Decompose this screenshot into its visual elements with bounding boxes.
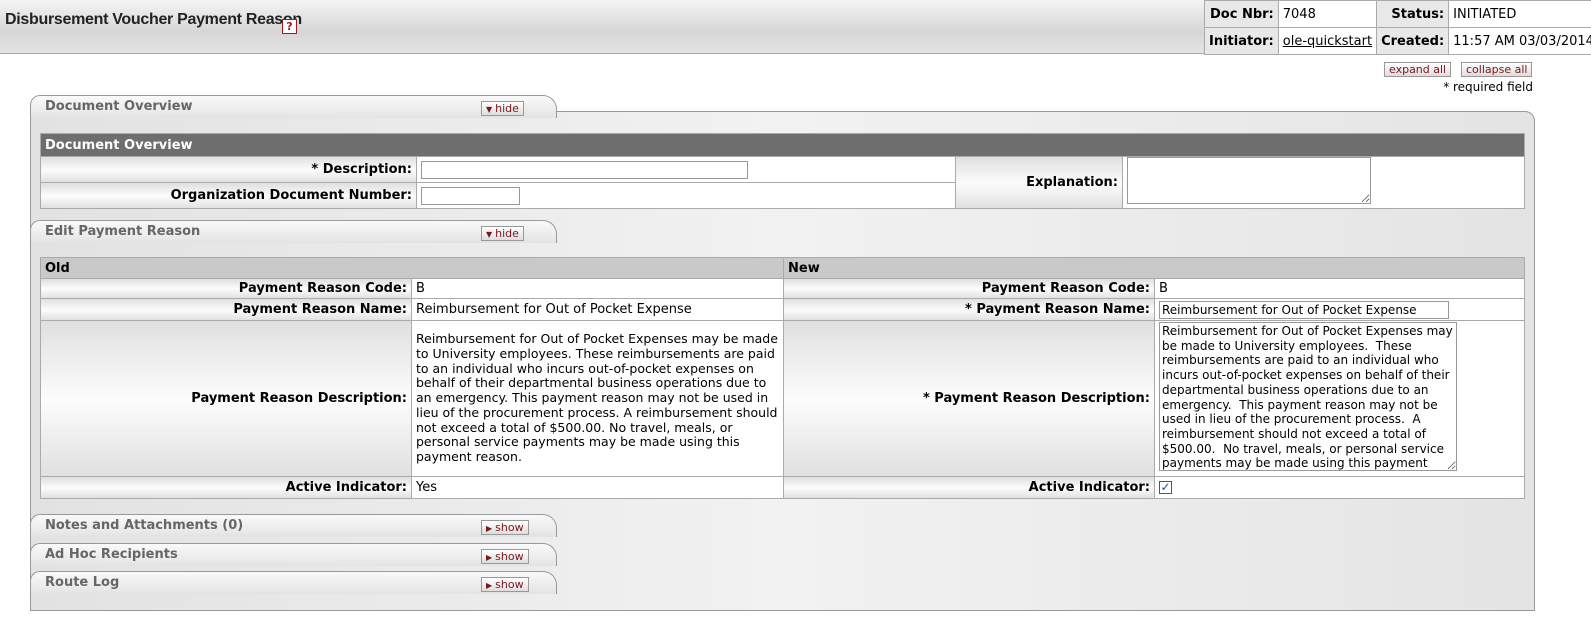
tab-notes-attachments-label: Notes and Attachments (0) — [45, 518, 244, 533]
route-log-show-button[interactable]: ▶ show — [481, 577, 529, 592]
description-label: * Description: — [40, 156, 417, 183]
tab-route-log-label: Route Log — [45, 575, 120, 590]
caret-right-icon: ▶ — [486, 553, 493, 562]
document-overview-hide-button[interactable]: ▼ hide — [481, 101, 524, 116]
notes-show-button[interactable]: ▶ show — [481, 520, 529, 535]
initiator-link[interactable]: ole-quickstart — [1283, 34, 1372, 49]
expand-all-button[interactable]: expand all — [1384, 62, 1452, 77]
old-active-value: Yes — [411, 476, 784, 499]
tab-document-overview-label: Document Overview — [45, 99, 193, 114]
old-active-label: Active Indicator: — [40, 476, 412, 499]
caret-right-icon: ▶ — [486, 524, 493, 533]
old-name-value: Reimbursement for Out of Pocket Expense — [411, 298, 784, 321]
new-active-label: Active Indicator: — [783, 476, 1155, 499]
new-description-textarea[interactable]: Reimbursement for Out of Pocket Expenses… — [1159, 322, 1457, 471]
old-code-value: B — [411, 278, 784, 299]
org-doc-number-input[interactable] — [421, 186, 520, 205]
old-description-label: Payment Reason Description: — [40, 320, 412, 477]
doc-nbr-label: Doc Nbr: — [1204, 0, 1279, 28]
old-code-label: Payment Reason Code: — [40, 278, 412, 299]
status-label: Status: — [1376, 0, 1450, 28]
explanation-label: Explanation: — [955, 156, 1123, 209]
required-field-note: * required field — [1443, 80, 1533, 94]
created-value: 11:57 AM 03/03/2014 — [1448, 27, 1591, 55]
old-column-header: Old — [40, 257, 784, 279]
help-icon[interactable]: ? — [282, 19, 297, 34]
new-description-label: * Payment Reason Description: — [783, 320, 1155, 477]
active-indicator-checkbox[interactable]: ✓ — [1159, 481, 1172, 494]
old-name-label: Payment Reason Name: — [40, 298, 412, 321]
document-header: Disbursement Voucher Payment Reason ? Do… — [0, 0, 1591, 55]
new-column-header: New — [783, 257, 1525, 279]
document-info-table: Doc Nbr: 7048 Status: INITIATED Initiato… — [1204, 0, 1591, 55]
doc-nbr-value: 7048 — [1277, 0, 1378, 28]
document-overview-table: Document Overview * Description: Explana… — [40, 133, 1525, 209]
old-description-value: Reimbursement for Out of Pocket Expenses… — [411, 320, 784, 477]
new-code-label: Payment Reason Code: — [783, 278, 1155, 299]
adhoc-show-button[interactable]: ▶ show — [481, 549, 529, 564]
explanation-textarea[interactable] — [1127, 157, 1371, 204]
org-doc-number-label: Organization Document Number: — [40, 182, 417, 209]
caret-down-icon: ▼ — [486, 105, 493, 114]
status-value: INITIATED — [1448, 0, 1591, 28]
new-code-value: B — [1154, 278, 1525, 299]
edit-payment-reason-table: Old New Payment Reason Code: B Payment R… — [40, 257, 1525, 499]
collapse-all-button[interactable]: collapse all — [1461, 62, 1533, 77]
created-label: Created: — [1376, 27, 1450, 55]
edit-payment-reason-hide-button[interactable]: ▼ hide — [481, 226, 524, 241]
new-name-input[interactable] — [1159, 300, 1449, 319]
description-input[interactable] — [421, 160, 748, 179]
document-overview-section-title: Document Overview — [40, 133, 1525, 157]
new-name-label: * Payment Reason Name: — [783, 298, 1155, 321]
page-title: Disbursement Voucher Payment Reason — [5, 11, 302, 28]
tab-edit-payment-reason-label: Edit Payment Reason — [45, 224, 201, 239]
tab-adhoc-recipients-label: Ad Hoc Recipients — [45, 547, 178, 562]
caret-down-icon: ▼ — [486, 230, 493, 239]
initiator-label: Initiator: — [1204, 27, 1279, 55]
caret-right-icon: ▶ — [486, 581, 493, 590]
